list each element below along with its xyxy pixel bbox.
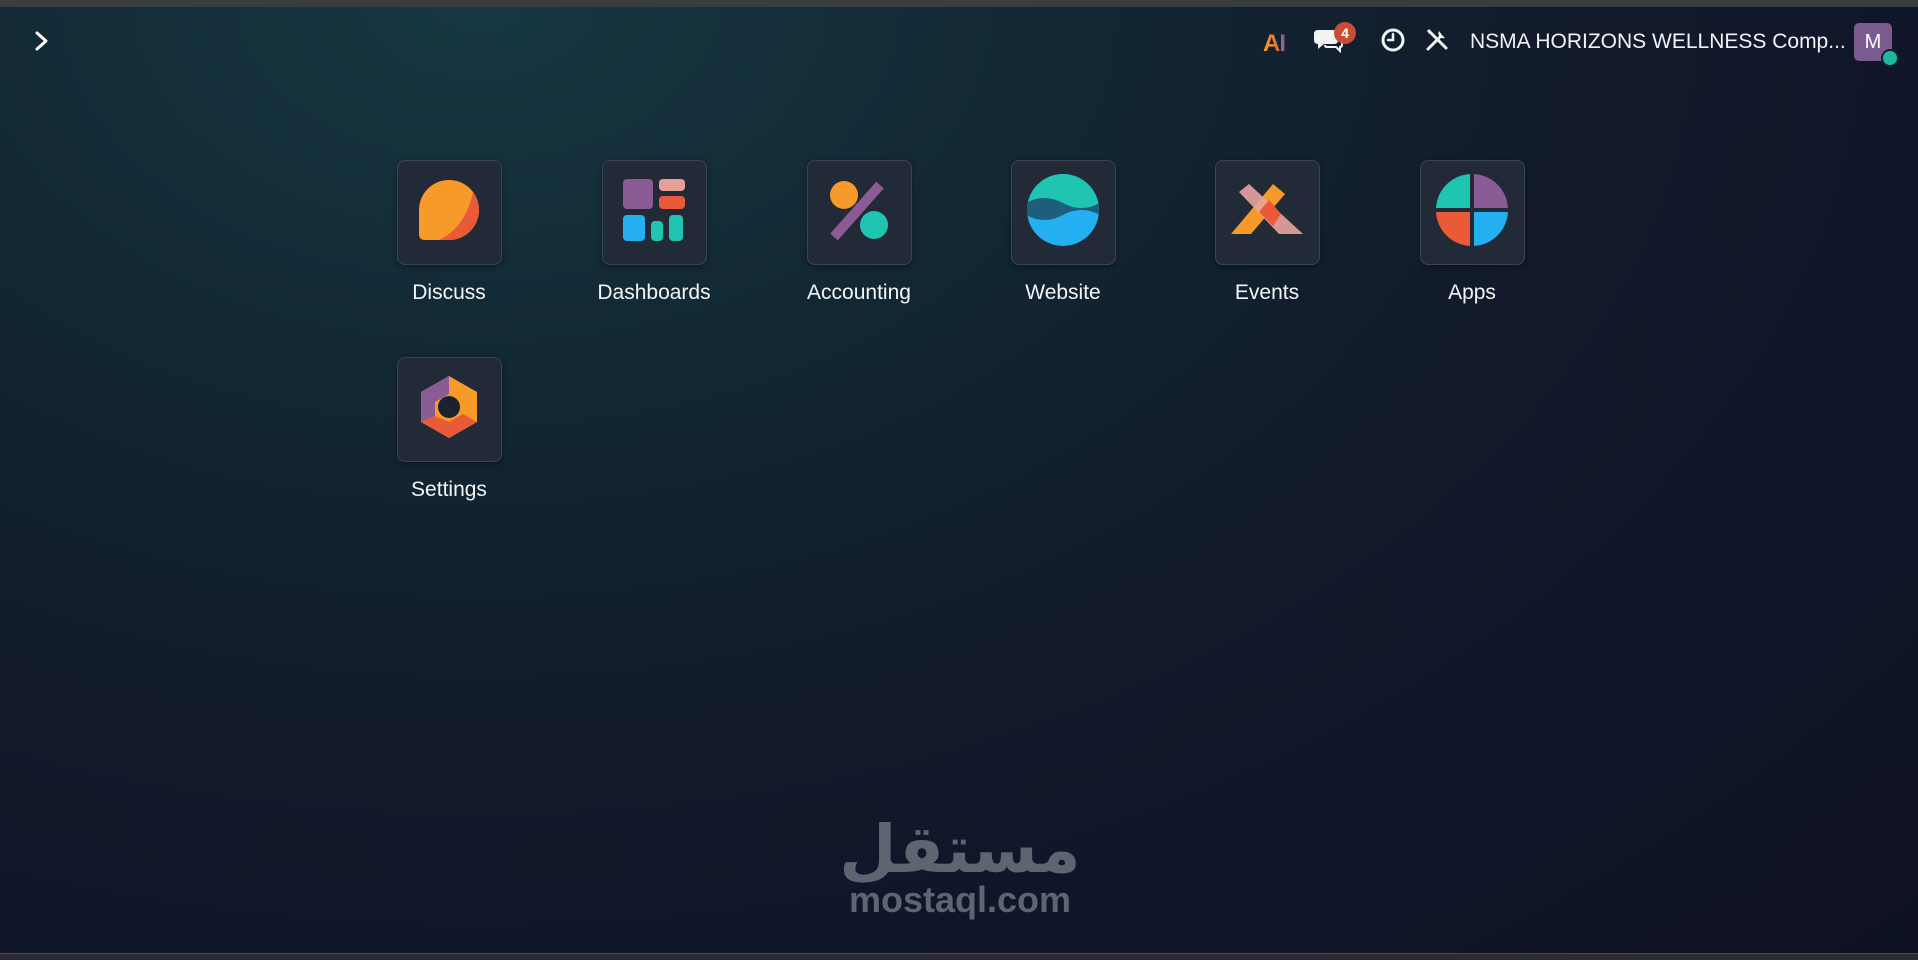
- app-label: Accounting: [807, 281, 911, 304]
- app-label: Website: [1025, 281, 1101, 304]
- app-tile: [1419, 160, 1525, 265]
- app-label: Events: [1234, 281, 1300, 304]
- activity-button[interactable]: [1378, 27, 1408, 57]
- app-tile: [396, 160, 502, 265]
- accounting-icon: [826, 177, 892, 248]
- website-icon: [1026, 173, 1100, 252]
- clock-icon: [1380, 27, 1406, 58]
- app-discuss[interactable]: Discuss: [364, 160, 534, 305]
- window-bottom-border: [0, 953, 1918, 960]
- expand-menu-button[interactable]: [24, 25, 60, 61]
- watermark-arabic: مستقل: [839, 811, 1081, 888]
- navbar: AI 4 NSMA HORIZONS WELLNESS Comp... M: [0, 7, 1918, 77]
- avatar-initial: M: [1864, 30, 1882, 53]
- app-settings[interactable]: Settings: [364, 357, 534, 502]
- app-dashboards[interactable]: Dashboards: [569, 160, 739, 305]
- debug-tools-button[interactable]: [1422, 27, 1452, 57]
- watermark-latin: mostaql.com: [848, 879, 1072, 920]
- app-label: Settings: [411, 478, 487, 501]
- online-status-dot: [1881, 49, 1899, 67]
- app-tile: [1010, 160, 1116, 265]
- apps-icon: [1434, 172, 1510, 253]
- app-accounting[interactable]: Accounting: [774, 160, 944, 305]
- dashboards-icon: [621, 177, 687, 248]
- app-label: Discuss: [412, 281, 486, 304]
- message-count-badge: 4: [1334, 22, 1356, 44]
- app-tile: [1214, 160, 1320, 265]
- ai-button[interactable]: AI: [1256, 29, 1292, 59]
- app-tile: [396, 357, 502, 462]
- company-switcher[interactable]: NSMA HORIZONS WELLNESS Comp...: [1470, 27, 1846, 57]
- tools-icon: [1424, 27, 1450, 58]
- window-top-border: [0, 0, 1918, 7]
- discuss-icon: [415, 176, 483, 249]
- app-events[interactable]: Events: [1182, 160, 1352, 305]
- watermark: مستقل mostaql.com: [835, 811, 1085, 920]
- app-label: Apps: [1448, 281, 1496, 304]
- settings-icon: [417, 374, 481, 445]
- events-icon: [1229, 180, 1305, 245]
- app-tile: [601, 160, 707, 265]
- app-label: Dashboards: [597, 281, 711, 304]
- app-website[interactable]: Website: [978, 160, 1148, 305]
- ai-label: AI: [1263, 30, 1286, 57]
- app-tile: [806, 160, 912, 265]
- app-apps[interactable]: Apps: [1387, 160, 1557, 305]
- chevron-right-icon: [34, 30, 50, 57]
